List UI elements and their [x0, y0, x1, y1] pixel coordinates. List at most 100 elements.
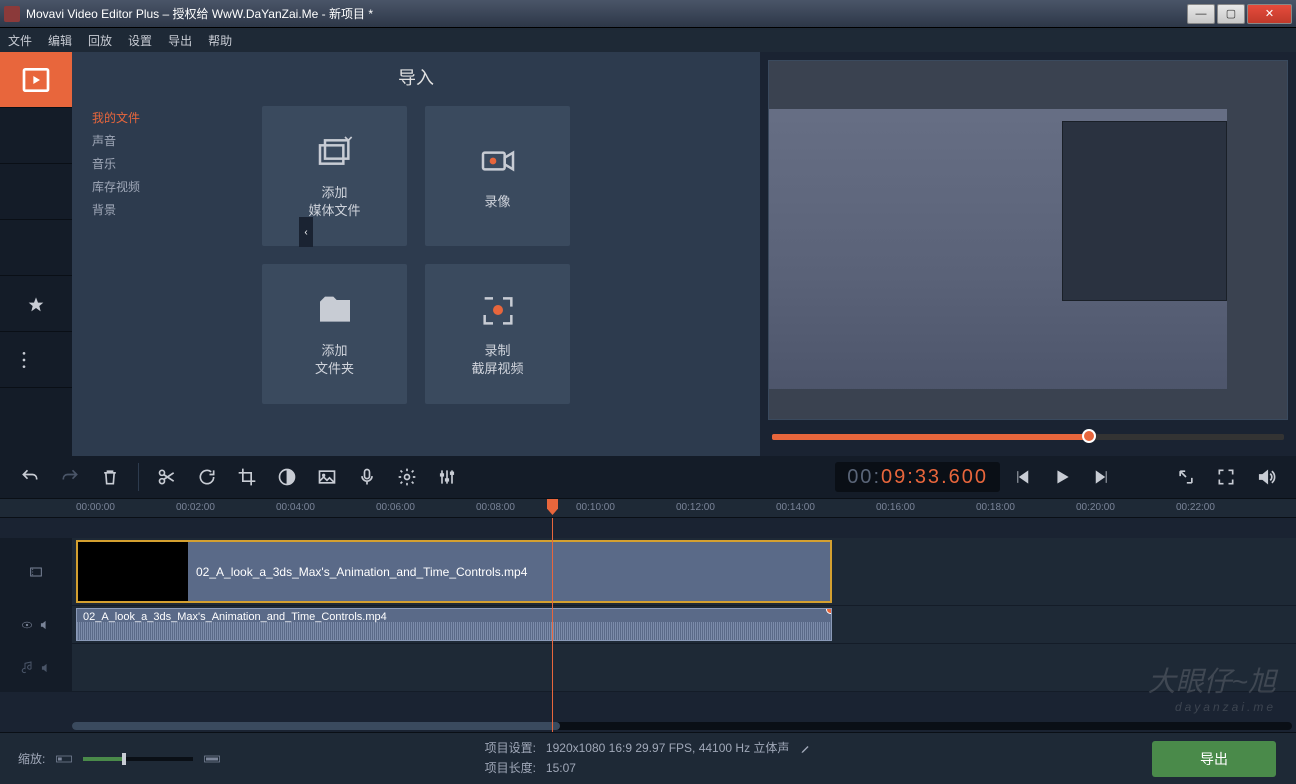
export-button[interactable]: 导出 [1152, 741, 1276, 777]
ruler-tick: 00:12:00 [676, 502, 715, 513]
minimize-button[interactable]: — [1187, 4, 1215, 24]
sidebar-more[interactable] [0, 332, 72, 388]
tile-record-video[interactable]: 录像 [425, 106, 570, 246]
clip-properties-button[interactable] [389, 461, 425, 493]
redo-icon [60, 467, 80, 487]
mic-button[interactable] [349, 461, 385, 493]
speaker-small-icon [38, 617, 52, 633]
zoom-label: 缩放: [18, 750, 45, 767]
menu-help[interactable]: 帮助 [208, 32, 232, 49]
preview-progress-slider[interactable] [772, 434, 1284, 440]
redo-button[interactable] [52, 461, 88, 493]
color-button[interactable] [269, 461, 305, 493]
close-button[interactable]: ✕ [1247, 4, 1292, 24]
menu-settings[interactable]: 设置 [128, 32, 152, 49]
undo-button[interactable] [12, 461, 48, 493]
detach-button[interactable] [1168, 461, 1204, 493]
list-icon [20, 344, 52, 376]
sidebar-filters[interactable] [0, 108, 72, 164]
ruler-tick: 00:00:00 [76, 502, 115, 513]
delete-button[interactable] [92, 461, 128, 493]
category-sounds[interactable]: 声音 [92, 129, 222, 152]
rotate-icon [197, 467, 217, 487]
image-icon [317, 467, 337, 487]
sidebar-stickers[interactable] [0, 276, 72, 332]
audio-clip[interactable]: 02_A_look_a_3ds_Max's_Animation_and_Time… [76, 608, 832, 641]
menu-edit[interactable]: 编辑 [48, 32, 72, 49]
tile-record-screen-label: 录制截屏视频 [471, 342, 523, 378]
ruler-tick: 00:14:00 [776, 502, 815, 513]
tile-add-folder[interactable]: 添加文件夹 [262, 264, 407, 404]
category-music[interactable]: 音乐 [92, 152, 222, 175]
wand-icon [20, 120, 52, 152]
category-my-files[interactable]: 我的文件 [92, 106, 222, 129]
trash-icon [100, 467, 120, 487]
audio-track-head[interactable] [0, 644, 72, 691]
menu-file[interactable]: 文件 [8, 32, 32, 49]
equalizer-button[interactable] [429, 461, 465, 493]
prev-frame-button[interactable] [1004, 461, 1040, 493]
prev-icon [1012, 467, 1032, 487]
video-track-head[interactable] [0, 538, 72, 605]
ruler-tick: 00:04:00 [276, 502, 315, 513]
play-button[interactable] [1044, 461, 1080, 493]
video-track-body[interactable]: 02_A_look_a_3ds_Max's_Animation_and_Time… [72, 538, 1296, 605]
zoom-slider-thumb[interactable] [122, 753, 126, 765]
rotate-button[interactable] [189, 461, 225, 493]
linked-audio-track-head[interactable] [0, 606, 72, 643]
sidebar [0, 52, 72, 456]
timecode-ms: 600 [949, 466, 988, 489]
menubar: 文件 编辑 回放 设置 导出 帮助 [0, 28, 1296, 52]
tile-record-screen[interactable]: 录制截屏视频 [425, 264, 570, 404]
toolbar: 00:09:33.600 [0, 456, 1296, 498]
project-length-value: 15:07 [546, 761, 576, 775]
preview-video[interactable] [768, 60, 1288, 420]
playhead-marker[interactable] [547, 499, 558, 515]
ruler-tick: 00:22:00 [1176, 502, 1215, 513]
undo-icon [20, 467, 40, 487]
import-heading: 导入 [92, 64, 740, 90]
timecode-display: 00:09:33.600 [835, 462, 1000, 492]
category-backgrounds[interactable]: 背景 [92, 198, 222, 221]
image-button[interactable] [309, 461, 345, 493]
sliders-icon [437, 467, 457, 487]
menu-export[interactable]: 导出 [168, 32, 192, 49]
audio-clip-handle[interactable] [826, 608, 832, 614]
linked-audio-track-body[interactable]: 02_A_look_a_3ds_Max's_Animation_and_Time… [72, 606, 1296, 643]
timecode-hh: 00 [847, 466, 873, 489]
preview-progress-thumb[interactable] [1082, 429, 1096, 443]
cut-button[interactable] [149, 461, 185, 493]
main-area: 导入 我的文件 声音 音乐 库存视频 背景 ‹ 添加媒体文件 录像 [0, 52, 1296, 456]
zoom-out-icon[interactable] [55, 753, 73, 765]
menu-playback[interactable]: 回放 [88, 32, 112, 49]
playhead-line[interactable] [552, 518, 553, 732]
pencil-icon[interactable] [799, 743, 811, 755]
category-stock-video[interactable]: 库存视频 [92, 175, 222, 198]
eye-icon [20, 617, 34, 633]
transition-icon [20, 176, 52, 208]
next-frame-button[interactable] [1084, 461, 1120, 493]
audio-track-body[interactable] [72, 644, 1296, 691]
timeline-scrollbar[interactable] [72, 722, 1292, 730]
sidebar-transitions[interactable] [0, 164, 72, 220]
import-panel: 导入 我的文件 声音 音乐 库存视频 背景 ‹ 添加媒体文件 录像 [72, 52, 760, 456]
video-clip-thumbnail [78, 542, 188, 601]
zoom-in-icon[interactable] [203, 753, 221, 765]
next-icon [1092, 467, 1112, 487]
tile-add-folder-label: 添加文件夹 [315, 342, 354, 378]
volume-button[interactable] [1248, 461, 1284, 493]
sidebar-titles[interactable] [0, 220, 72, 276]
sidebar-import[interactable] [0, 52, 72, 108]
contrast-icon [277, 467, 297, 487]
project-length-label: 项目长度: [485, 761, 536, 775]
fullscreen-button[interactable] [1208, 461, 1244, 493]
timeline-scrollbar-thumb[interactable] [72, 722, 560, 730]
maximize-button[interactable]: ▢ [1217, 4, 1245, 24]
video-clip[interactable]: 02_A_look_a_3ds_Max's_Animation_and_Time… [76, 540, 832, 603]
zoom-slider[interactable] [83, 757, 193, 761]
crop-button[interactable] [229, 461, 265, 493]
project-settings-label: 项目设置: [485, 741, 536, 755]
tile-add-media[interactable]: 添加媒体文件 [262, 106, 407, 246]
timeline-ruler[interactable]: 00:00:00 00:02:00 00:04:00 00:06:00 00:0… [0, 498, 1296, 518]
collapse-handle[interactable]: ‹ [299, 217, 313, 247]
